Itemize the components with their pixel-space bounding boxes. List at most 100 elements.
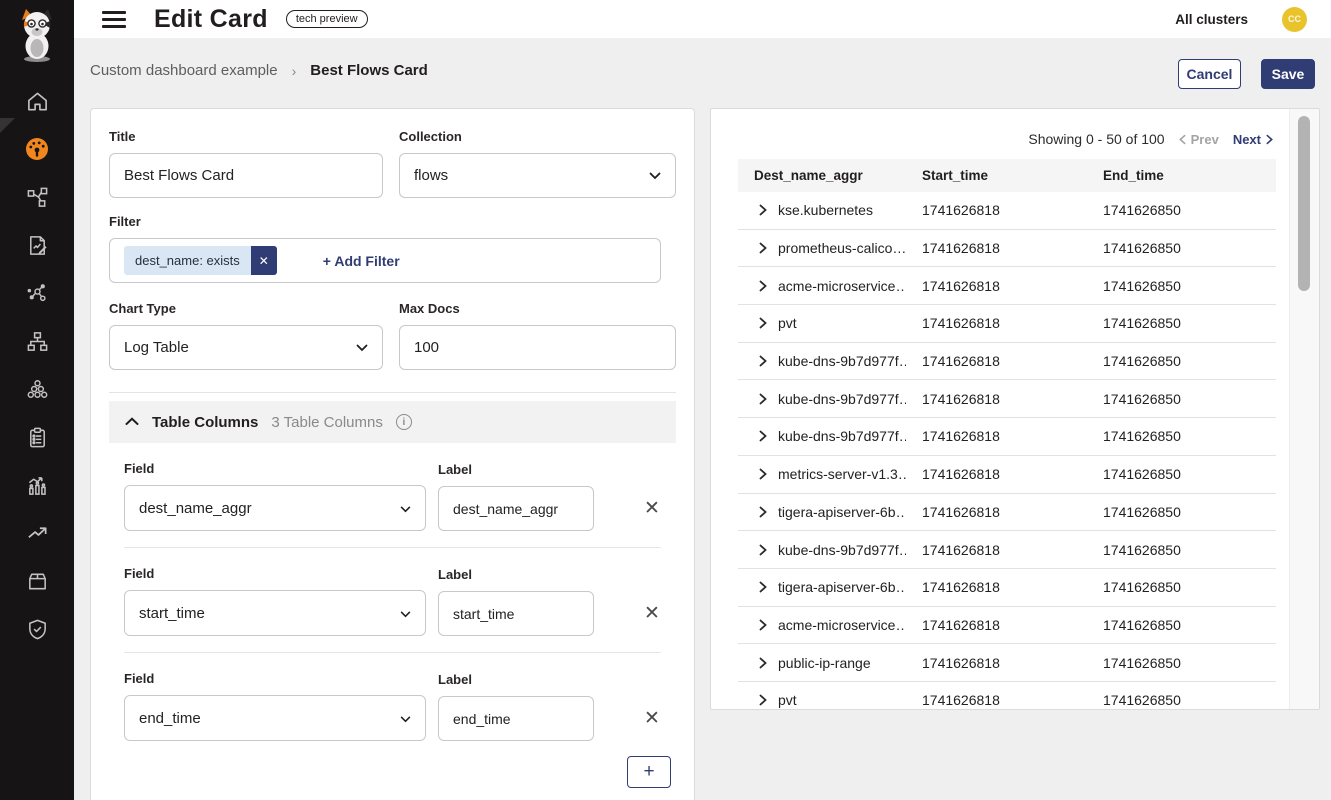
- collection-select[interactable]: flows: [399, 153, 676, 198]
- add-column-button[interactable]: +: [627, 756, 671, 788]
- sidebar-item-security[interactable]: [0, 605, 74, 653]
- field-select-0[interactable]: dest_name_aggr: [124, 485, 426, 531]
- chevron-up-icon: [125, 413, 139, 431]
- expand-row-icon[interactable]: [759, 657, 767, 669]
- end-time-cell: 1741626850: [1103, 466, 1276, 482]
- table-row: tigera-apiserver-6b… 1741626818 17416268…: [738, 494, 1276, 532]
- expand-row-icon[interactable]: [759, 506, 767, 518]
- add-filter-link[interactable]: + Add Filter: [323, 253, 400, 269]
- sidebar-item-home[interactable]: [0, 77, 74, 125]
- save-button[interactable]: Save: [1261, 59, 1315, 89]
- sidebar-item-network[interactable]: [0, 269, 74, 317]
- dest-name-cell: kube-dns-9b7d977f…: [778, 391, 906, 407]
- field-select-1[interactable]: start_time: [124, 590, 426, 636]
- calico-cat-logo[interactable]: [0, 0, 74, 70]
- next-page-button[interactable]: Next: [1233, 132, 1273, 147]
- label-group: Label: [438, 670, 594, 741]
- table-column-row: Field end_time Label ✕: [109, 669, 676, 741]
- table-columns-title: Table Columns: [152, 414, 258, 431]
- column-header: Start_time: [922, 168, 1103, 183]
- end-time-cell: 1741626850: [1103, 391, 1276, 407]
- label-label: Label: [438, 567, 594, 582]
- charttype-maxdocs-row: Chart Type Log Table Max Docs: [109, 299, 676, 370]
- expand-row-icon[interactable]: [759, 242, 767, 254]
- sidebar-item-policy-report[interactable]: [0, 221, 74, 269]
- filter-chip-remove-icon[interactable]: ✕: [251, 246, 277, 275]
- label-input-1[interactable]: [438, 591, 594, 636]
- end-time-cell: 1741626850: [1103, 617, 1276, 633]
- table-row: pvt 1741626818 1741626850: [738, 305, 1276, 343]
- table-columns-section-header[interactable]: Table Columns 3 Table Columns i: [109, 401, 676, 443]
- expand-row-icon[interactable]: [759, 280, 767, 292]
- max-docs-input[interactable]: [399, 325, 676, 370]
- sidebar-item-workloads[interactable]: [0, 365, 74, 413]
- end-time-cell: 1741626850: [1103, 240, 1276, 256]
- expand-row-icon[interactable]: [759, 694, 767, 706]
- collection-select-value: flows: [414, 167, 448, 184]
- expand-row-icon[interactable]: [759, 581, 767, 593]
- chart-type-select[interactable]: Log Table: [109, 325, 383, 370]
- expand-row-icon[interactable]: [759, 355, 767, 367]
- showing-count: Showing 0 - 50 of 100: [1028, 131, 1164, 147]
- start-time-cell: 1741626818: [922, 315, 1103, 331]
- sidebar-item-tree-view[interactable]: [0, 317, 74, 365]
- network-molecule-icon: [26, 282, 49, 305]
- remove-column-icon-2[interactable]: ✕: [642, 709, 662, 729]
- content-area: Custom dashboard example › Best Flows Ca…: [74, 38, 1331, 800]
- end-time-cell: 1741626850: [1103, 278, 1276, 294]
- start-time-cell: 1741626818: [922, 202, 1103, 218]
- expand-row-icon[interactable]: [759, 544, 767, 556]
- filter-input[interactable]: dest_name: exists ✕ + Add Filter: [109, 238, 661, 283]
- sidebar-item-trending[interactable]: [0, 509, 74, 557]
- chevron-down-icon: [356, 339, 368, 356]
- cancel-button[interactable]: Cancel: [1178, 59, 1241, 89]
- chevron-right-icon: [1266, 134, 1273, 145]
- start-time-cell: 1741626818: [922, 655, 1103, 671]
- cluster-selector[interactable]: All clusters: [1175, 12, 1248, 27]
- label-group: Label: [438, 460, 594, 531]
- label-input-0[interactable]: [438, 486, 594, 531]
- expand-row-icon[interactable]: [759, 468, 767, 480]
- end-time-cell: 1741626850: [1103, 428, 1276, 444]
- field-group: Field start_time: [124, 564, 426, 636]
- prev-page-button[interactable]: Prev: [1179, 132, 1219, 147]
- sidebar-item-statistics[interactable]: [0, 461, 74, 509]
- chart-type-label: Chart Type: [109, 301, 383, 316]
- sidebar-item-compliance[interactable]: [0, 413, 74, 461]
- expand-row-icon[interactable]: [759, 619, 767, 631]
- label-input-2[interactable]: [438, 696, 594, 741]
- start-time-cell: 1741626818: [922, 278, 1103, 294]
- table-column-row: Field start_time Label ✕: [109, 564, 676, 636]
- breadcrumb-parent-link[interactable]: Custom dashboard example: [90, 62, 278, 79]
- expand-row-icon[interactable]: [759, 430, 767, 442]
- chevron-down-icon: [400, 605, 411, 622]
- remove-column-icon-0[interactable]: ✕: [642, 499, 662, 519]
- title-input[interactable]: [109, 153, 383, 198]
- filter-chip: dest_name: exists ✕: [124, 246, 277, 275]
- remove-column-icon-1[interactable]: ✕: [642, 604, 662, 624]
- dest-name-cell: metrics-server-v1.3…: [778, 466, 906, 482]
- tech-preview-badge: tech preview: [286, 10, 368, 28]
- top-header: Edit Card tech preview All clusters CC: [74, 0, 1331, 38]
- sidebar-item-packages[interactable]: [0, 557, 74, 605]
- chart-type-group: Chart Type Log Table: [109, 299, 383, 370]
- expand-row-icon[interactable]: [759, 317, 767, 329]
- expand-row-icon[interactable]: [759, 204, 767, 216]
- dest-name-cell: acme-microservice…: [778, 278, 906, 294]
- start-time-cell: 1741626818: [922, 240, 1103, 256]
- table-row: acme-microservice… 1741626818 1741626850: [738, 267, 1276, 305]
- sidebar-item-dashboards[interactable]: [0, 125, 74, 173]
- chevron-down-icon: [400, 500, 411, 517]
- field-select-value: dest_name_aggr: [139, 500, 252, 517]
- home-icon: [26, 90, 49, 113]
- vertical-scrollbar[interactable]: [1298, 116, 1310, 291]
- field-select-2[interactable]: end_time: [124, 695, 426, 741]
- dest-name-cell: tigera-apiserver-6b…: [778, 504, 906, 520]
- menu-toggle-button[interactable]: [102, 11, 126, 28]
- expand-row-icon[interactable]: [759, 393, 767, 405]
- info-icon: i: [396, 414, 412, 430]
- column-row-divider: [124, 652, 661, 653]
- sidebar-item-service-graph[interactable]: [0, 173, 74, 221]
- user-avatar[interactable]: CC: [1282, 7, 1307, 32]
- title-group: Title: [109, 127, 383, 198]
